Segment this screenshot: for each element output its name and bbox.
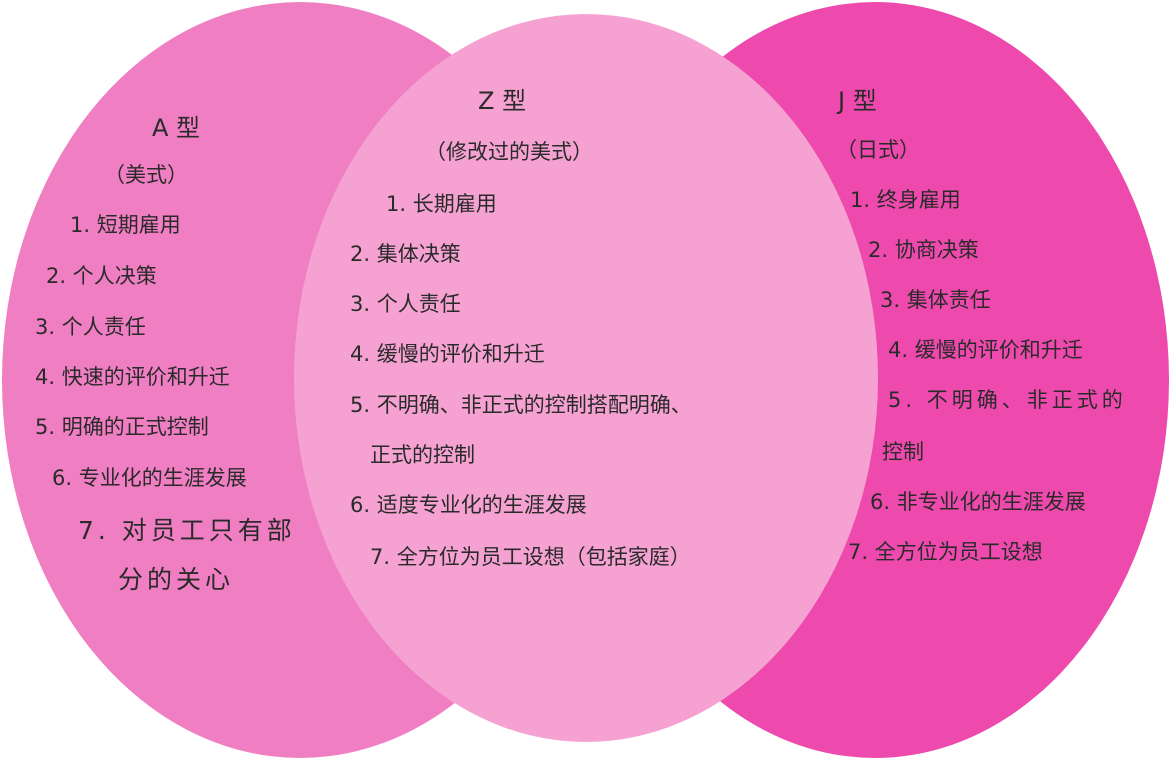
j-type-item-5-line-1: 5. 不明确、非正式的	[888, 388, 1127, 412]
j-type-item-6: 6. 非专业化的生涯发展	[870, 490, 1086, 514]
a-type-subtitle: （美式）	[104, 163, 188, 187]
a-type-item-7-line-1: 7. 对员工只有部	[78, 516, 296, 545]
j-type-item-1: 1. 终身雇用	[850, 188, 961, 212]
a-type-item-7-line-2: 分的关心	[118, 565, 235, 594]
j-type-item-7: 7. 全方位为员工设想	[848, 540, 1043, 564]
a-type-item-5: 5. 明确的正式控制	[35, 415, 209, 439]
a-type-item-3: 3. 个人责任	[35, 315, 146, 339]
j-type-item-4: 4. 缓慢的评价和升迁	[888, 338, 1083, 362]
j-type-item-3: 3. 集体责任	[880, 288, 991, 312]
z-type-item-3: 3. 个人责任	[350, 292, 461, 316]
j-type-title: J 型	[838, 87, 877, 115]
a-type-item-6: 6. 专业化的生涯发展	[52, 466, 247, 490]
z-type-item-6: 6. 适度专业化的生涯发展	[350, 493, 587, 517]
j-type-item-5-line-2: 控制	[882, 440, 924, 464]
z-type-item-1: 1. 长期雇用	[386, 192, 497, 216]
z-type-item-7: 7. 全方位为员工设想（包括家庭）	[370, 545, 691, 569]
j-type-item-2: 2. 协商决策	[868, 238, 979, 262]
venn-diagram: A 型 （美式） 1. 短期雇用 2. 个人决策 3. 个人责任 4. 快速的评…	[0, 0, 1172, 760]
z-type-subtitle: （修改过的美式）	[425, 140, 593, 164]
a-type-item-2: 2. 个人决策	[46, 264, 157, 288]
z-type-item-5-line-1: 5. 不明确、非正式的控制搭配明确、	[350, 393, 692, 417]
z-type-item-4: 4. 缓慢的评价和升迁	[350, 342, 545, 366]
z-type-title: Z 型	[478, 87, 527, 115]
z-type-item-2: 2. 集体决策	[350, 242, 461, 266]
a-type-title: A 型	[152, 114, 201, 142]
z-type-item-5-line-2: 正式的控制	[370, 443, 475, 467]
a-type-item-1: 1. 短期雇用	[70, 213, 181, 237]
j-type-subtitle: （日式）	[836, 138, 920, 162]
a-type-item-4: 4. 快速的评价和升迁	[35, 365, 230, 389]
z-type-ellipse	[294, 14, 878, 742]
